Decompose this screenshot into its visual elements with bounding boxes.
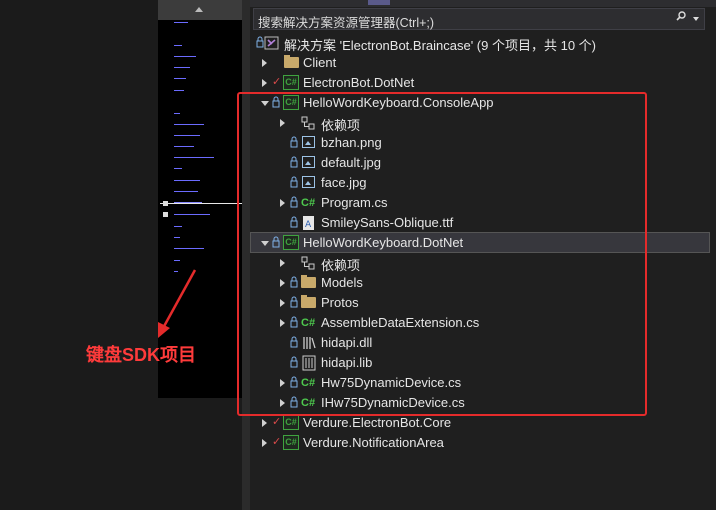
minimap-line — [174, 191, 198, 192]
minimap-marker — [163, 212, 168, 217]
minimap-viewport-marker — [160, 203, 242, 204]
editor-background — [0, 0, 158, 510]
tree-item-label: Verdure.ElectronBot.Core — [303, 415, 452, 430]
minimap-scroll-up-button[interactable] — [158, 0, 242, 20]
tree-item-label: ElectronBot.DotNet — [303, 75, 415, 90]
minimap-line — [174, 146, 194, 147]
tree-item-electronbot-dotnet[interactable]: ✓ C# ElectronBot.DotNet — [250, 73, 706, 93]
checkmark-icon: ✓ — [272, 436, 282, 448]
expand-arrow-icon[interactable] — [262, 59, 267, 67]
minimap-line — [174, 237, 180, 238]
lock-icon — [256, 36, 264, 48]
solution-label: 解决方案 'ElectronBot.Braincase' (9 个项目，共 10… — [284, 38, 596, 53]
annotation-label: 键盘SDK项目 — [86, 345, 197, 365]
solution-root-item[interactable]: 解决方案 'ElectronBot.Braincase' (9 个项目，共 10… — [250, 33, 706, 53]
minimap-line — [174, 113, 180, 114]
solution-icon — [264, 36, 279, 50]
minimap-line — [174, 168, 182, 169]
panel-tab-strip — [250, 0, 716, 7]
search-placeholder: 搜索解决方案资源管理器(Ctrl+;) — [258, 16, 435, 30]
folder-icon — [284, 55, 299, 68]
annotation-highlight-box — [237, 92, 647, 416]
minimap-line — [174, 90, 184, 91]
minimap-line — [174, 67, 190, 68]
minimap-line — [174, 271, 178, 272]
minimap-line — [174, 214, 210, 215]
minimap-marker — [163, 201, 168, 206]
minimap-line — [174, 78, 186, 79]
minimap-line — [174, 124, 204, 125]
minimap-line — [174, 135, 200, 136]
minimap-bottom-area — [158, 398, 242, 510]
minimap-line — [174, 248, 204, 249]
tree-item-notification-area[interactable]: ✓ C# Verdure.NotificationArea — [250, 433, 706, 453]
expand-arrow-icon[interactable] — [262, 79, 267, 87]
csharp-project-icon: C# — [283, 415, 299, 430]
tree-item-verdure-core[interactable]: ✓ C# Verdure.ElectronBot.Core — [250, 413, 706, 433]
active-tab-indicator[interactable] — [368, 0, 390, 5]
tree-item-label: Client — [303, 55, 337, 70]
minimap-line — [174, 45, 182, 46]
minimap-line — [174, 157, 214, 158]
search-options-chevron-down-icon[interactable] — [693, 17, 699, 21]
checkmark-icon: ✓ — [272, 76, 282, 88]
tree-item-client[interactable]: Client — [250, 53, 706, 73]
scroll-up-arrow-icon — [195, 7, 203, 12]
minimap-line — [174, 180, 200, 181]
expand-arrow-icon[interactable] — [262, 419, 267, 427]
solution-search-input[interactable]: 搜索解决方案资源管理器(Ctrl+;) — [253, 8, 705, 30]
minimap-line — [174, 226, 182, 227]
checkmark-icon: ✓ — [272, 416, 282, 428]
minimap-line — [174, 260, 180, 261]
expand-arrow-icon[interactable] — [262, 439, 267, 447]
search-icon[interactable] — [676, 11, 686, 21]
minimap-line — [174, 56, 196, 57]
tree-item-label: Verdure.NotificationArea — [303, 435, 444, 450]
csharp-project-icon: C# — [283, 75, 299, 90]
csharp-project-icon: C# — [283, 435, 299, 450]
minimap-line — [174, 22, 188, 23]
